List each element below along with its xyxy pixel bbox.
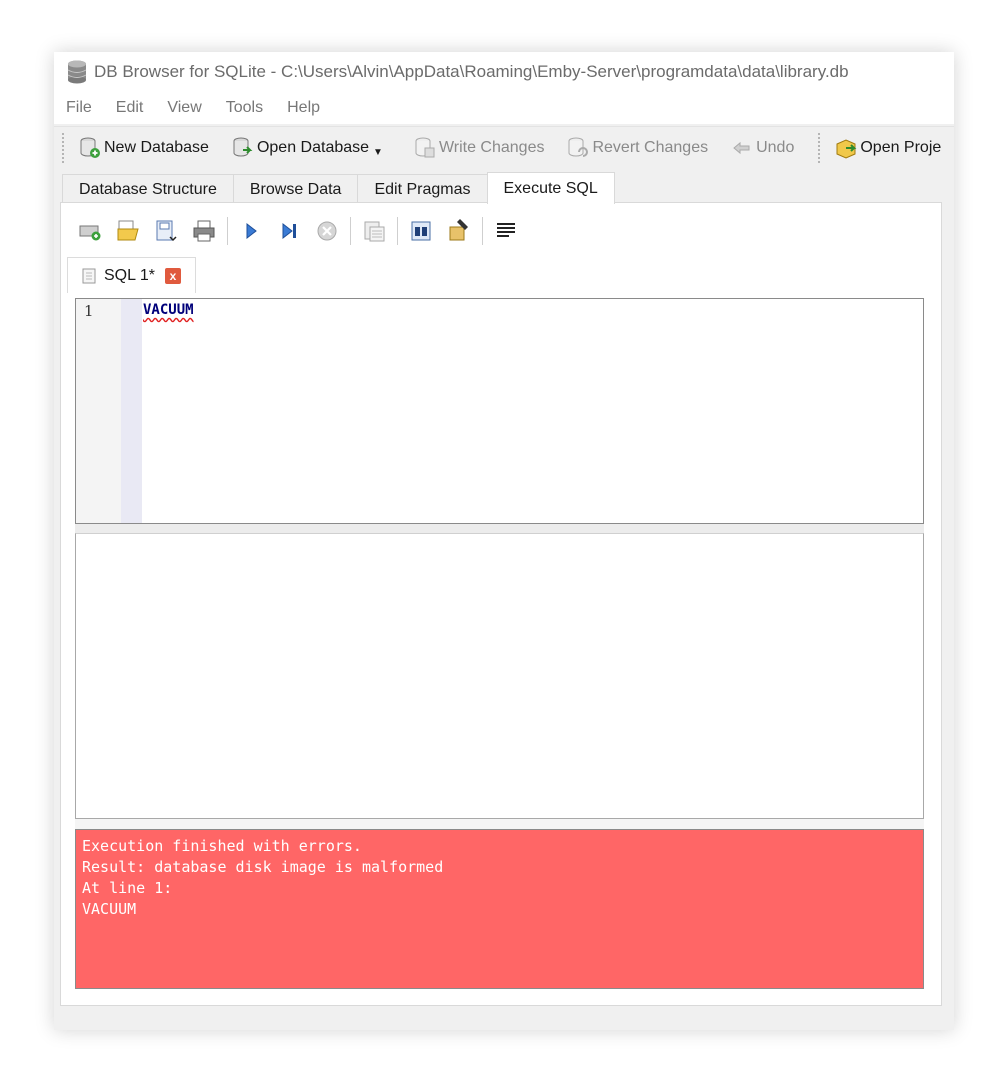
toolbar-grip[interactable] — [818, 132, 821, 163]
title-bar: DB Browser for SQLite - C:\Users\Alvin\A… — [54, 52, 954, 92]
document-icon — [82, 268, 96, 283]
editor-tabs: SQL 1* x — [67, 257, 196, 293]
menu-file[interactable]: File — [58, 99, 100, 117]
print-icon[interactable] — [191, 218, 217, 244]
menu-view[interactable]: View — [159, 99, 209, 117]
open-sql-file-icon[interactable] — [115, 218, 141, 244]
new-database-icon — [80, 137, 100, 158]
execute-sql-panel: SQL 1* x 1 VACUUM Execution finished wit… — [60, 202, 942, 1006]
editor-results-splitter[interactable] — [75, 524, 924, 533]
window-title: DB Browser for SQLite - C:\Users\Alvin\A… — [94, 62, 849, 81]
open-project-button[interactable]: Open Proje — [828, 131, 947, 165]
sql-toolbar — [71, 213, 525, 249]
line-number-gutter — [76, 299, 121, 523]
open-database-dropdown-icon[interactable]: ▼ — [373, 147, 383, 158]
close-icon[interactable]: x — [165, 267, 181, 284]
menu-edit[interactable]: Edit — [108, 99, 152, 117]
sql-code[interactable]: VACUUM — [143, 302, 194, 318]
line-number: 1 — [84, 302, 94, 320]
execute-current-line-icon[interactable] — [276, 218, 302, 244]
undo-icon — [733, 141, 750, 154]
results-grid[interactable] — [75, 533, 924, 819]
tab-edit-pragmas[interactable]: Edit Pragmas — [357, 174, 488, 204]
comment-icon[interactable] — [493, 218, 519, 244]
sql-editor[interactable]: 1 VACUUM — [75, 298, 924, 524]
menu-bar: File Edit View Tools Help — [54, 92, 954, 124]
menu-help[interactable]: Help — [279, 99, 328, 117]
open-database-icon — [233, 137, 253, 156]
open-database-button[interactable]: Open Database ▼ — [225, 131, 389, 165]
editor-tab-sql-1[interactable]: SQL 1* x — [67, 257, 196, 293]
sql-toolbar-separator — [350, 217, 351, 245]
save-results-icon[interactable] — [361, 218, 387, 244]
main-toolbar: New Database Open Database ▼ Write Chang… — [54, 126, 954, 168]
tab-database-structure[interactable]: Database Structure — [62, 174, 234, 204]
undo-button[interactable]: Undo — [724, 131, 800, 165]
stop-execution-icon[interactable] — [314, 218, 340, 244]
revert-changes-icon — [568, 137, 589, 157]
toolbar-grip[interactable] — [62, 132, 64, 163]
sql-toolbar-separator — [397, 217, 398, 245]
write-changes-button[interactable]: Write Changes — [407, 131, 551, 165]
sql-toolbar-separator — [227, 217, 228, 245]
execute-all-icon[interactable] — [238, 218, 264, 244]
sql-toolbar-separator — [482, 217, 483, 245]
fold-margin — [121, 299, 142, 523]
find-icon[interactable] — [408, 218, 434, 244]
app-window: DB Browser for SQLite - C:\Users\Alvin\A… — [54, 52, 954, 1030]
database-app-icon — [67, 60, 87, 84]
tab-execute-sql[interactable]: Execute SQL — [486, 172, 615, 204]
error-message-text: Execution finished with errors. Result: … — [82, 837, 444, 918]
revert-changes-button[interactable]: Revert Changes — [560, 131, 714, 165]
open-tab-icon[interactable] — [77, 218, 103, 244]
new-database-button[interactable]: New Database — [72, 131, 215, 165]
main-tabs: Database Structure Browse Data Edit Prag… — [62, 172, 615, 204]
save-sql-file-icon[interactable] — [153, 218, 179, 244]
error-message-pane: Execution finished with errors. Result: … — [75, 829, 924, 989]
tab-browse-data[interactable]: Browse Data — [232, 174, 359, 204]
open-project-icon — [836, 138, 857, 159]
find-replace-icon[interactable] — [446, 218, 472, 244]
write-changes-icon — [415, 137, 435, 157]
results-message-splitter[interactable] — [75, 819, 924, 829]
menu-tools[interactable]: Tools — [218, 99, 271, 117]
editor-tab-label: SQL 1* — [104, 266, 155, 284]
